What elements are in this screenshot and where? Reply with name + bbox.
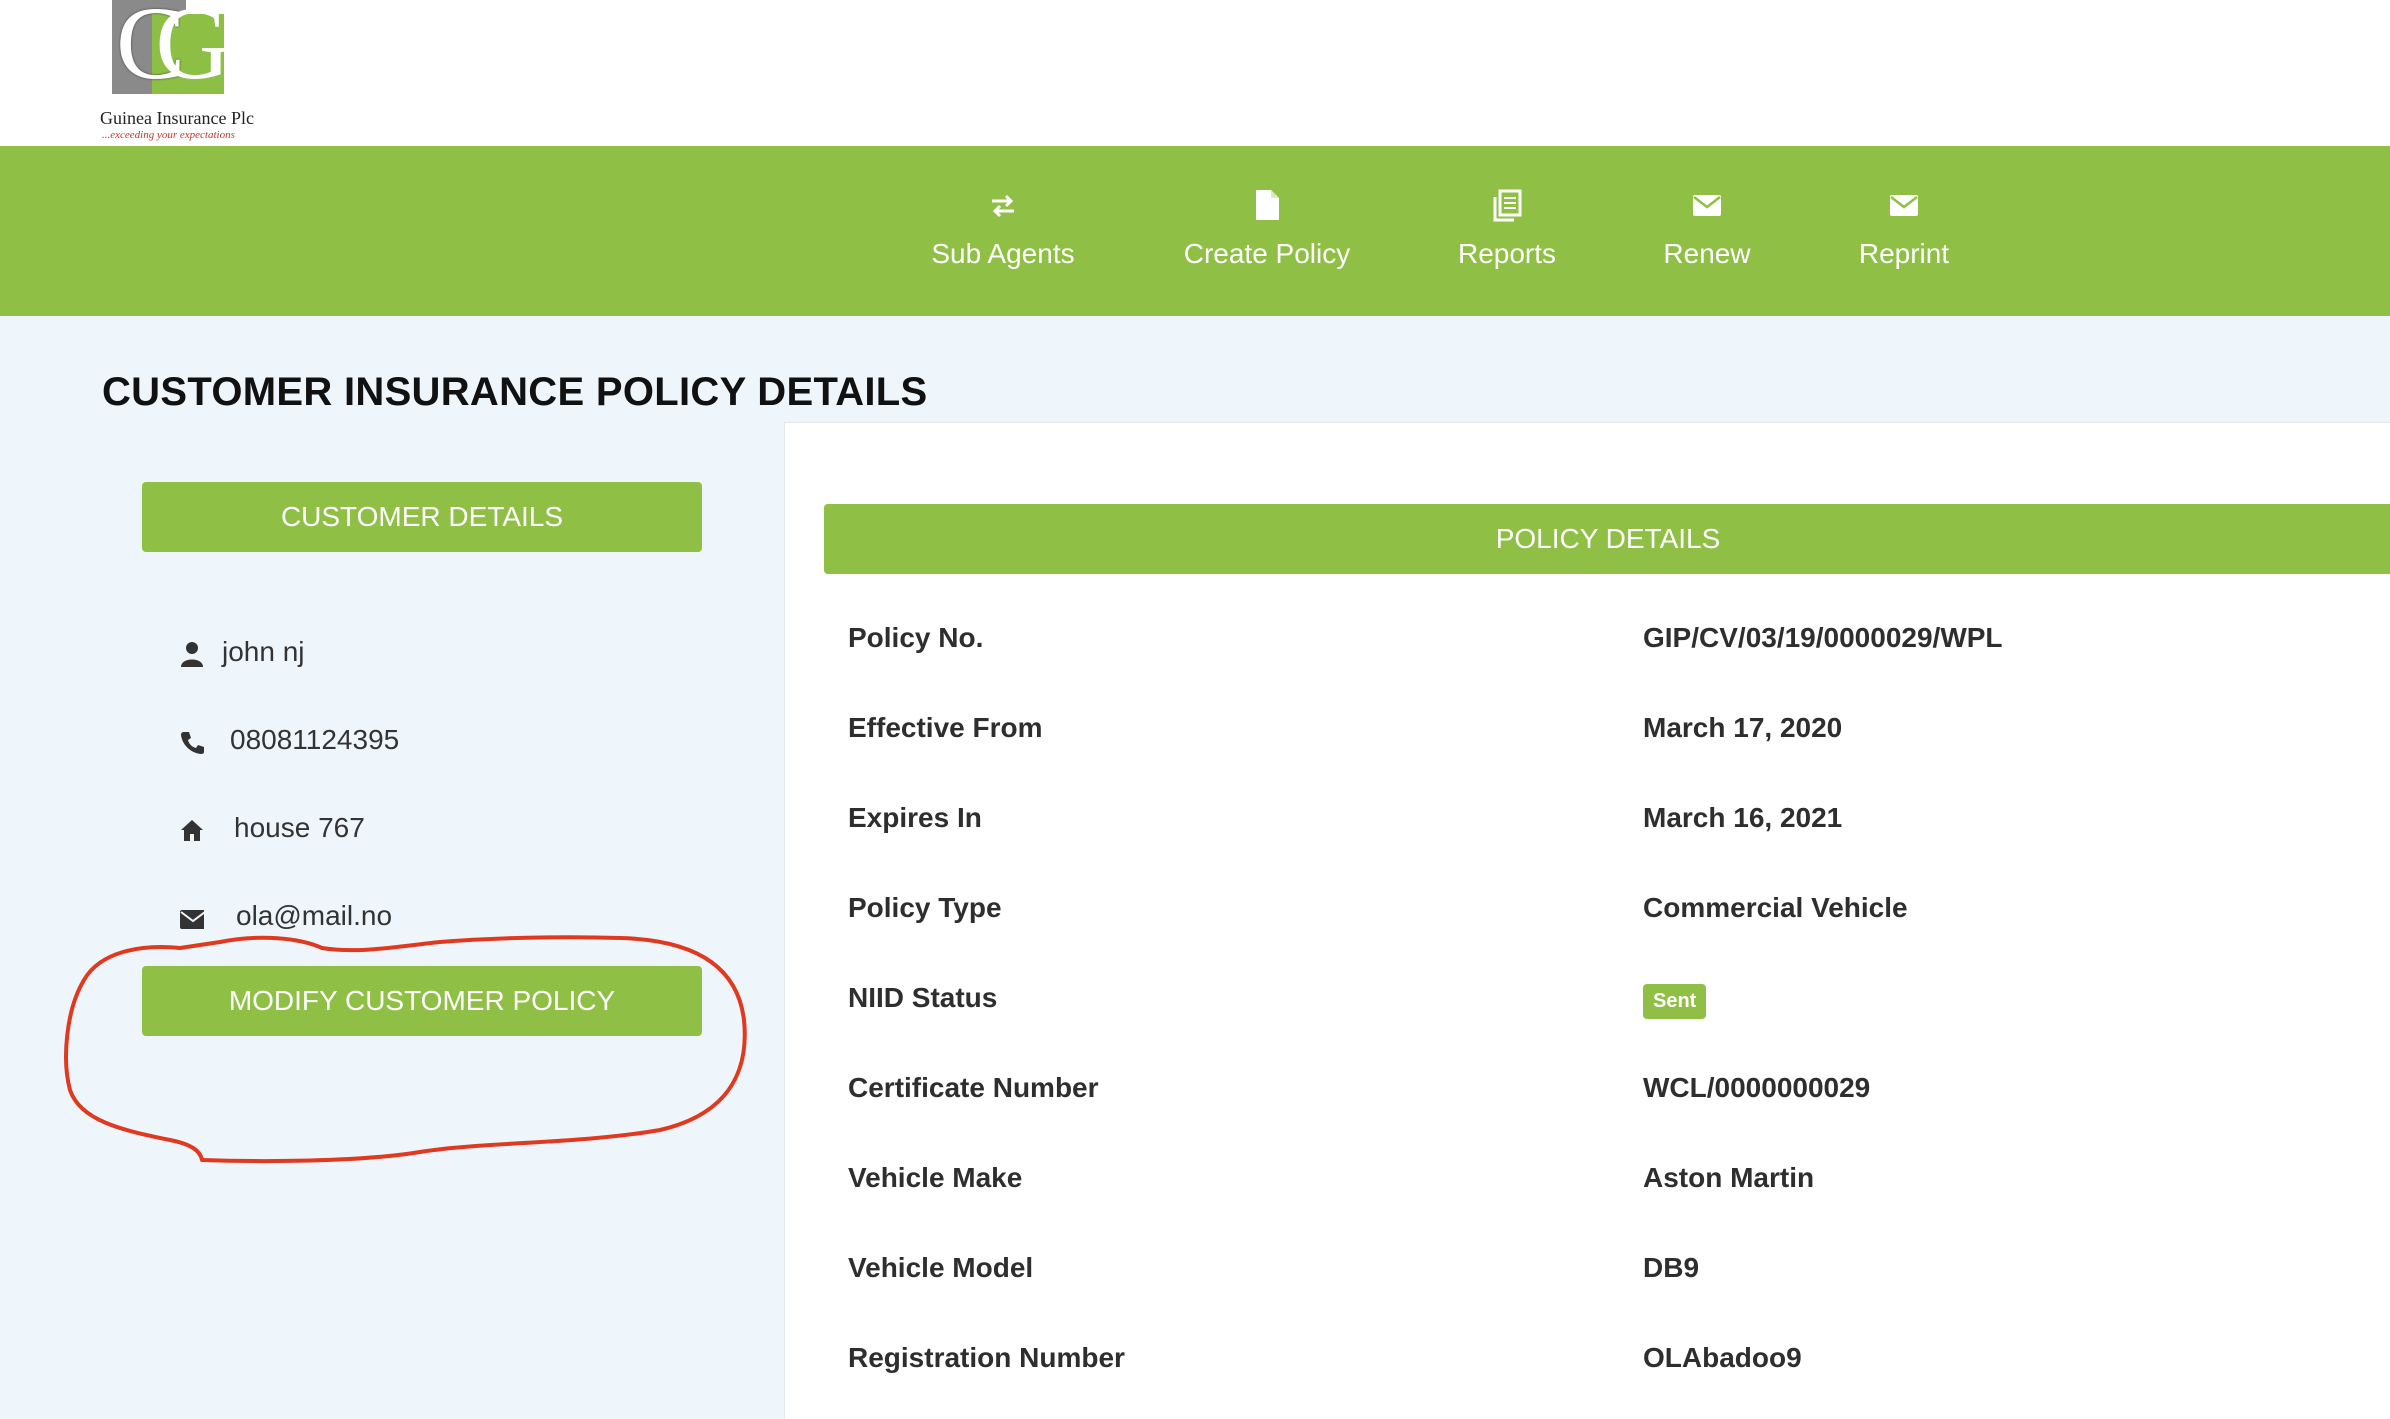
policy-details-header: POLICY DETAILS [824,504,2390,574]
registration-number-value: OLAbadoo9 [1643,1342,1802,1373]
effective-from-value: March 17, 2020 [1643,712,1843,743]
vehicle-make-label: Vehicle Make [848,1162,1023,1193]
expires-in-label: Expires In [848,802,982,833]
policy-row: Registration Number OLAbadoo9 [848,1342,2390,1392]
nav-renew[interactable]: Renew [1660,188,1754,288]
envelope-icon [1693,195,1721,216]
envelope-icon [180,909,204,929]
page-title: CUSTOMER INSURANCE POLICY DETAILS [102,370,928,414]
customer-name: john nj [222,636,305,667]
main-navbar: Sub Agents Create Policy Reports Renew R… [0,146,2390,316]
policy-type-label: Policy Type [848,892,1002,923]
envelope-icon [1890,195,1918,216]
niid-status-label: NIID Status [848,982,998,1013]
customer-address: house 767 [234,812,365,843]
vehicle-make-value: Aston Martin [1643,1162,1815,1193]
policy-type-value: Commercial Vehicle [1643,892,1908,923]
swap-arrows-icon [992,194,1014,218]
policy-row: Policy No. GIP/CV/03/19/0000029/WPL [848,622,2390,672]
policy-no-label: Policy No. [848,622,984,653]
document-icon [1256,190,1279,220]
policy-row: Certificate Number WCL/0000000029 [848,1072,2390,1122]
phone-icon [181,731,204,754]
nav-renew-label: Renew [1663,238,1751,269]
annotation-circle [64,935,747,1164]
policy-no-value: GIP/CV/03/19/0000029/WPL [1643,622,2003,653]
customer-details-header: CUSTOMER DETAILS [142,482,702,552]
customer-email-row: ola@mail.no [180,900,392,932]
policy-row: Effective From March 17, 2020 [848,712,2390,762]
company-logo[interactable]: CG Guinea Insurance Plc ...exceeding you… [98,0,268,146]
policy-row: Vehicle Model DB9 [848,1252,2390,1302]
nav-create-policy-label: Create Policy [1183,238,1351,269]
vehicle-model-value: DB9 [1643,1252,1700,1283]
niid-status-value: Sent [1643,982,1707,1019]
status-badge: Sent [1643,984,1707,1019]
customer-address-row: house 767 [180,812,365,844]
reports-icon [1493,189,1522,222]
nav-sub-agents-label: Sub Agents [931,238,1075,269]
effective-from-label: Effective From [848,712,1043,743]
home-icon [181,819,203,841]
certificate-number-value: WCL/0000000029 [1643,1072,1871,1103]
policy-row: NIID Status Sent [848,982,2390,1032]
expires-in-value: March 16, 2021 [1643,802,1843,833]
nav-reprint-label: Reprint [1858,238,1950,269]
company-name: Guinea Insurance Plc [100,108,254,128]
customer-email: ola@mail.no [236,900,393,931]
user-icon [181,641,203,667]
nav-reprint[interactable]: Reprint [1854,188,1954,288]
customer-name-row: john nj [180,636,305,668]
policy-row: Expires In March 16, 2021 [848,802,2390,852]
customer-phone: 08081124395 [230,724,400,755]
policy-row: Policy Type Commercial Vehicle [848,892,2390,942]
certificate-number-label: Certificate Number [848,1072,1099,1103]
policy-row: Vehicle Make Aston Martin [848,1162,2390,1212]
top-header: CG Guinea Insurance Plc ...exceeding you… [0,0,2390,146]
company-tagline: ...exceeding your expectations [102,129,235,141]
registration-number-label: Registration Number [848,1342,1125,1373]
customer-phone-row: 08081124395 [180,724,399,756]
logo-mark: CG [112,0,231,96]
nav-reports[interactable]: Reports [1456,188,1558,288]
nav-sub-agents[interactable]: Sub Agents [928,188,1078,288]
vehicle-model-label: Vehicle Model [848,1252,1034,1283]
nav-reports-label: Reports [1457,238,1557,269]
nav-create-policy[interactable]: Create Policy [1180,188,1354,288]
